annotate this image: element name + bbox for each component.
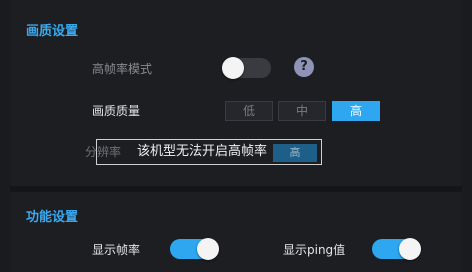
high-fps-toggle[interactable] [222,57,271,79]
toggle-knob [222,57,244,79]
show-ping-label: 显示ping值 [283,243,346,257]
tooltip-message: 该机型无法开启高帧率 [137,144,268,159]
toggle-knob [197,238,219,260]
features-section-title: 功能设置 [26,210,79,225]
show-ping-toggle[interactable] [372,238,421,260]
quality-label: 画质质量 [92,104,141,118]
toggle-knob [399,238,421,260]
resolution-value[interactable]: 高 [273,144,317,162]
show-fps-label: 显示帧率 [92,243,141,257]
high-fps-label: 高帧率模式 [92,62,153,76]
show-fps-toggle[interactable] [170,238,219,260]
resolution-label: 分辨率 [85,145,122,159]
help-icon[interactable]: ? [294,57,314,77]
settings-panel: 画质设置 高帧率模式 ? 画质质量 低 中 高 功能设置 显示帧率 显示ping… [10,0,462,272]
high-fps-unavailable-tooltip: 分辨率 高 该机型无法开启高帧率 [85,139,322,165]
quality-option-medium[interactable]: 中 [278,101,326,121]
graphics-section-title: 画质设置 [26,24,79,39]
quality-option-low[interactable]: 低 [225,101,273,121]
quality-option-high[interactable]: 高 [332,101,380,121]
section-divider [10,186,462,192]
